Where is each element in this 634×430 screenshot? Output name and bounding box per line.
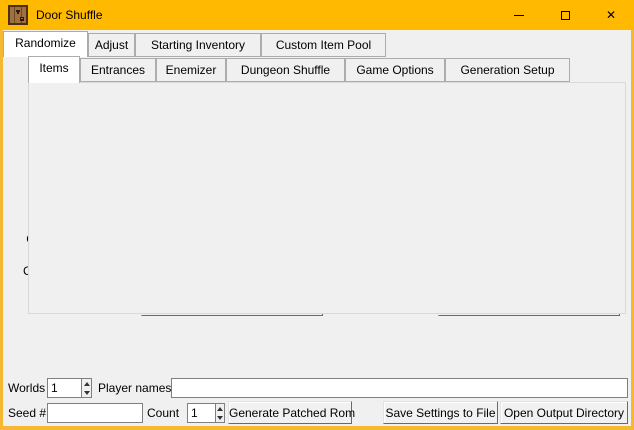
minimize-button[interactable] xyxy=(496,0,542,30)
tab-adjust[interactable]: Adjust xyxy=(88,33,135,57)
count-input[interactable] xyxy=(188,404,215,422)
subtab-generation-setup[interactable]: Generation Setup xyxy=(445,58,570,82)
window-title: Door Shuffle xyxy=(36,8,103,22)
subtab-game-options[interactable]: Game Options xyxy=(345,58,445,82)
minimize-icon xyxy=(514,15,524,16)
spin-up-icon[interactable] xyxy=(216,404,224,413)
titlebar[interactable]: Door Shuffle ✕ xyxy=(0,0,634,30)
tab-custom-item-pool[interactable]: Custom Item Pool xyxy=(261,33,386,57)
app-door-icon xyxy=(8,5,28,25)
subtab-items[interactable]: Items xyxy=(28,56,80,83)
spin-down-icon[interactable] xyxy=(82,388,91,397)
close-icon: ✕ xyxy=(606,9,616,21)
save-settings-button[interactable]: Save Settings to File xyxy=(383,401,498,424)
open-output-directory-button[interactable]: Open Output Directory xyxy=(500,401,628,424)
player-names-input[interactable] xyxy=(171,378,628,398)
worlds-spinbox[interactable] xyxy=(47,378,92,398)
close-button[interactable]: ✕ xyxy=(588,0,634,30)
door-shuffle-window: Door Shuffle ✕ Randomize Adjust Starting… xyxy=(0,0,634,430)
spin-up-icon[interactable] xyxy=(82,379,91,388)
maximize-icon xyxy=(561,11,570,20)
generate-patched-rom-button[interactable]: Generate Patched Rom xyxy=(228,401,352,424)
maximize-button[interactable] xyxy=(542,0,588,30)
count-spinbox[interactable] xyxy=(187,403,225,423)
subtab-dungeon-shuffle[interactable]: Dungeon Shuffle xyxy=(226,58,345,82)
count-label: Count xyxy=(147,403,179,423)
client-area: Randomize Adjust Starting Inventory Cust… xyxy=(3,30,631,426)
subtab-entrances[interactable]: Entrances xyxy=(80,58,156,82)
player-names-label: Player names xyxy=(98,378,171,398)
tab-starting-inventory[interactable]: Starting Inventory xyxy=(135,33,261,57)
subtab-enemizer[interactable]: Enemizer xyxy=(156,58,226,82)
seed-input[interactable] xyxy=(47,403,143,423)
tab-randomize[interactable]: Randomize xyxy=(3,31,88,57)
seed-label: Seed # xyxy=(8,403,46,423)
worlds-input[interactable] xyxy=(48,379,81,397)
items-tab-panel xyxy=(28,82,626,314)
spin-down-icon[interactable] xyxy=(216,413,224,422)
worlds-label: Worlds xyxy=(8,378,45,398)
